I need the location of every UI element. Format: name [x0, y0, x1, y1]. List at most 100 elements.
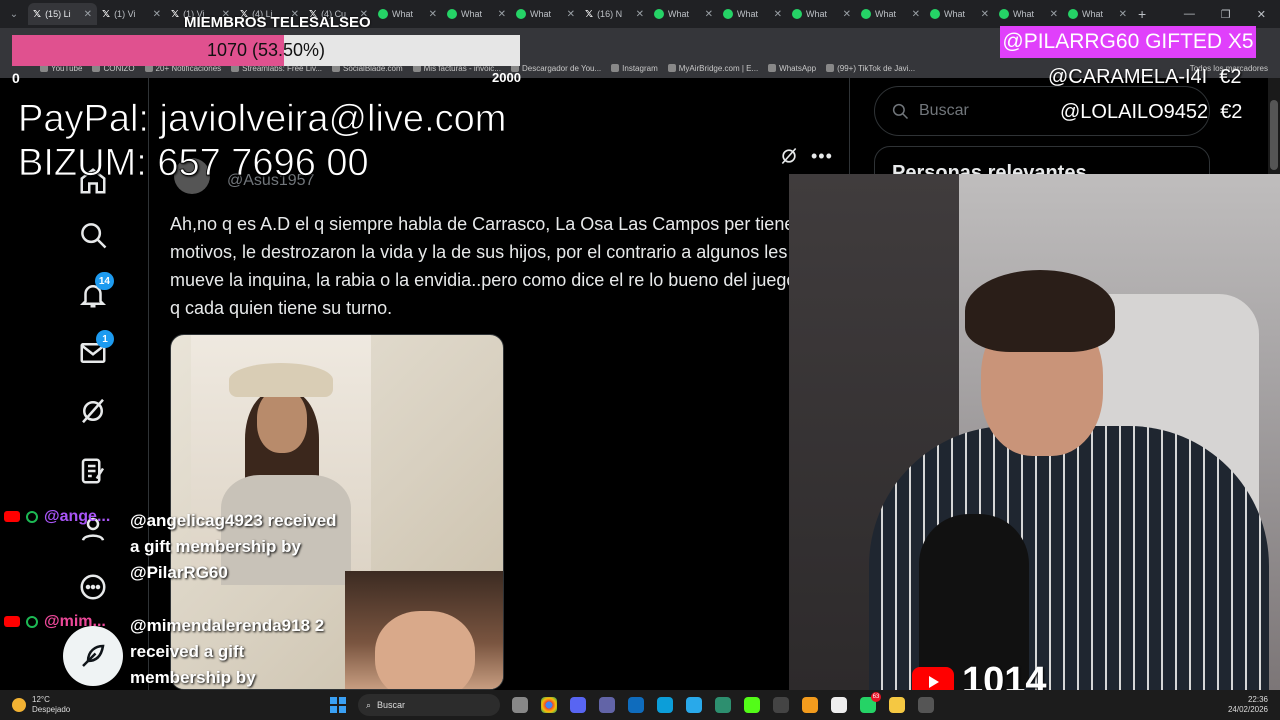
close-tab-icon[interactable]: ✕: [84, 9, 92, 20]
close-tab-icon[interactable]: ✕: [567, 9, 575, 20]
member-icon: [26, 511, 38, 523]
bookmark-item[interactable]: Instagram: [611, 64, 658, 73]
bookmark-item[interactable]: WhatsApp: [768, 64, 816, 73]
app-icon[interactable]: [802, 697, 818, 713]
bookmark-favicon-icon: [611, 64, 620, 72]
whatsapp-icon: [654, 9, 664, 19]
messages-icon[interactable]: 1: [78, 330, 114, 368]
minimize-icon[interactable]: —: [1184, 8, 1195, 21]
close-tab-icon[interactable]: ✕: [774, 9, 782, 20]
bookmark-label: WhatsApp: [779, 63, 817, 73]
obs-icon[interactable]: [773, 697, 789, 713]
close-tab-icon[interactable]: ✕: [912, 9, 920, 20]
donation-user: @CARAMELA-I4I: [1048, 66, 1208, 88]
moon-icon: [12, 698, 26, 712]
tab-label: What: [806, 9, 828, 19]
start-button[interactable]: [330, 697, 346, 713]
search-icon: ⌕: [366, 699, 372, 710]
bookmark-item[interactable]: (99+) TikTok de Javi...: [826, 64, 915, 73]
teams-icon[interactable]: [599, 697, 615, 713]
close-tab-icon[interactable]: ✕: [498, 9, 506, 20]
tab-label: What: [875, 9, 897, 19]
tab-search-dropdown-icon[interactable]: ⌄: [4, 4, 24, 24]
close-tab-icon[interactable]: ✕: [153, 9, 161, 20]
system-clock[interactable]: 22:36 24/02/2026: [1228, 695, 1280, 715]
telegram-icon[interactable]: [686, 697, 702, 713]
browser-tab[interactable]: What ✕: [442, 3, 511, 25]
browser-tab[interactable]: What ✕: [994, 3, 1063, 25]
whatsapp-icon: [930, 9, 940, 19]
browser-tab[interactable]: What ✕: [787, 3, 856, 25]
close-tab-icon[interactable]: ✕: [429, 9, 437, 20]
app-icon[interactable]: [715, 697, 731, 713]
bookmark-label: MyAirBridge.com | E...: [678, 63, 759, 73]
close-tab-icon[interactable]: ✕: [705, 9, 713, 20]
close-tab-icon[interactable]: ✕: [1119, 9, 1127, 20]
weather-widget[interactable]: 12°C Despejado: [0, 695, 330, 715]
close-window-icon[interactable]: ✕: [1257, 8, 1266, 21]
tweet-more-icon[interactable]: •••: [811, 146, 833, 167]
close-tab-icon[interactable]: ✕: [843, 9, 851, 20]
donation-user: @LOLAILO9452: [1060, 101, 1209, 123]
bookmark-favicon-icon: [768, 64, 777, 72]
browser-tab[interactable]: What ✕: [373, 3, 442, 25]
close-tab-icon[interactable]: ✕: [636, 9, 644, 20]
search-placeholder: Buscar: [919, 102, 969, 119]
browser-tab[interactable]: What ✕: [856, 3, 925, 25]
browser-tab[interactable]: What ✕: [718, 3, 787, 25]
file-explorer-icon[interactable]: [889, 697, 905, 713]
bookmark-favicon-icon: [826, 64, 835, 72]
task-view-icon[interactable]: [512, 697, 528, 713]
browser-tab[interactable]: 𝕏 (1) Vi ✕: [97, 3, 166, 25]
grok-explain-icon[interactable]: [779, 146, 799, 166]
weather-desc: Despejado: [32, 705, 71, 714]
kick-icon[interactable]: [744, 697, 760, 713]
discord-icon[interactable]: [570, 697, 586, 713]
search-icon[interactable]: [78, 220, 108, 250]
browser-tab[interactable]: 𝕏 (15) Li ✕: [28, 3, 97, 25]
tab-label: What: [737, 9, 759, 19]
app-icon[interactable]: [918, 697, 934, 713]
donation-amount: €2: [1219, 66, 1242, 88]
new-tab-button[interactable]: +: [1138, 6, 1146, 22]
whatsapp-icon: [792, 9, 802, 19]
whatsapp-badge: 63: [871, 692, 881, 702]
goal-progress-text: 1070 (53.50%): [206, 40, 326, 60]
taskbar-search[interactable]: ⌕ Buscar: [358, 694, 500, 716]
outlook-icon[interactable]: [628, 697, 644, 713]
taskbar-search-label: Buscar: [377, 700, 406, 710]
goal-progress-bar: 1070 (53.50%): [12, 35, 520, 66]
maximize-icon[interactable]: ❐: [1221, 8, 1231, 21]
whatsapp-icon: [723, 9, 733, 19]
browser-tab[interactable]: What ✕: [511, 3, 580, 25]
close-tab-icon[interactable]: ✕: [1050, 9, 1058, 20]
lists-icon[interactable]: [78, 456, 108, 486]
gift-alert-banner: @PILARRG60 GIFTED X5: [1000, 26, 1256, 58]
donation-amount: €2: [1220, 101, 1243, 123]
close-tab-icon[interactable]: ✕: [981, 9, 989, 20]
bookmark-item[interactable]: Descargador de You...: [510, 64, 601, 73]
youtube-icon: [4, 511, 20, 522]
browser-tab[interactable]: What ✕: [1063, 3, 1132, 25]
edge-icon[interactable]: [657, 697, 673, 713]
bookmark-item[interactable]: MyAirBridge.com | E...: [667, 63, 759, 73]
bookmark-favicon-icon: [667, 64, 676, 72]
tab-label: What: [530, 9, 552, 19]
webcam-feed: [789, 174, 1280, 690]
browser-tab[interactable]: What ✕: [925, 3, 994, 25]
paypal-text: PayPal: javiolveira@live.com: [18, 98, 507, 141]
app-icon[interactable]: [831, 697, 847, 713]
scrollbar-thumb[interactable]: [1270, 100, 1278, 170]
notifications-badge: 14: [94, 272, 114, 290]
whatsapp-icon[interactable]: 63: [860, 692, 881, 713]
chrome-icon[interactable]: [541, 697, 557, 713]
goal-title: MIEMBROS TELESALSEO: [184, 14, 371, 31]
grok-icon[interactable]: [78, 396, 108, 426]
goal-min-label: 0: [12, 70, 20, 86]
browser-tab[interactable]: 𝕏 (16) N ✕: [580, 3, 649, 25]
chat-text: @angelicag4923 received a gift membershi…: [130, 511, 337, 582]
notifications-bell-icon[interactable]: 14: [78, 272, 114, 310]
browser-tab[interactable]: What ✕: [649, 3, 718, 25]
x-icon: 𝕏: [171, 8, 180, 20]
bookmark-label: (99+) TikTok de Javi...: [837, 63, 916, 73]
